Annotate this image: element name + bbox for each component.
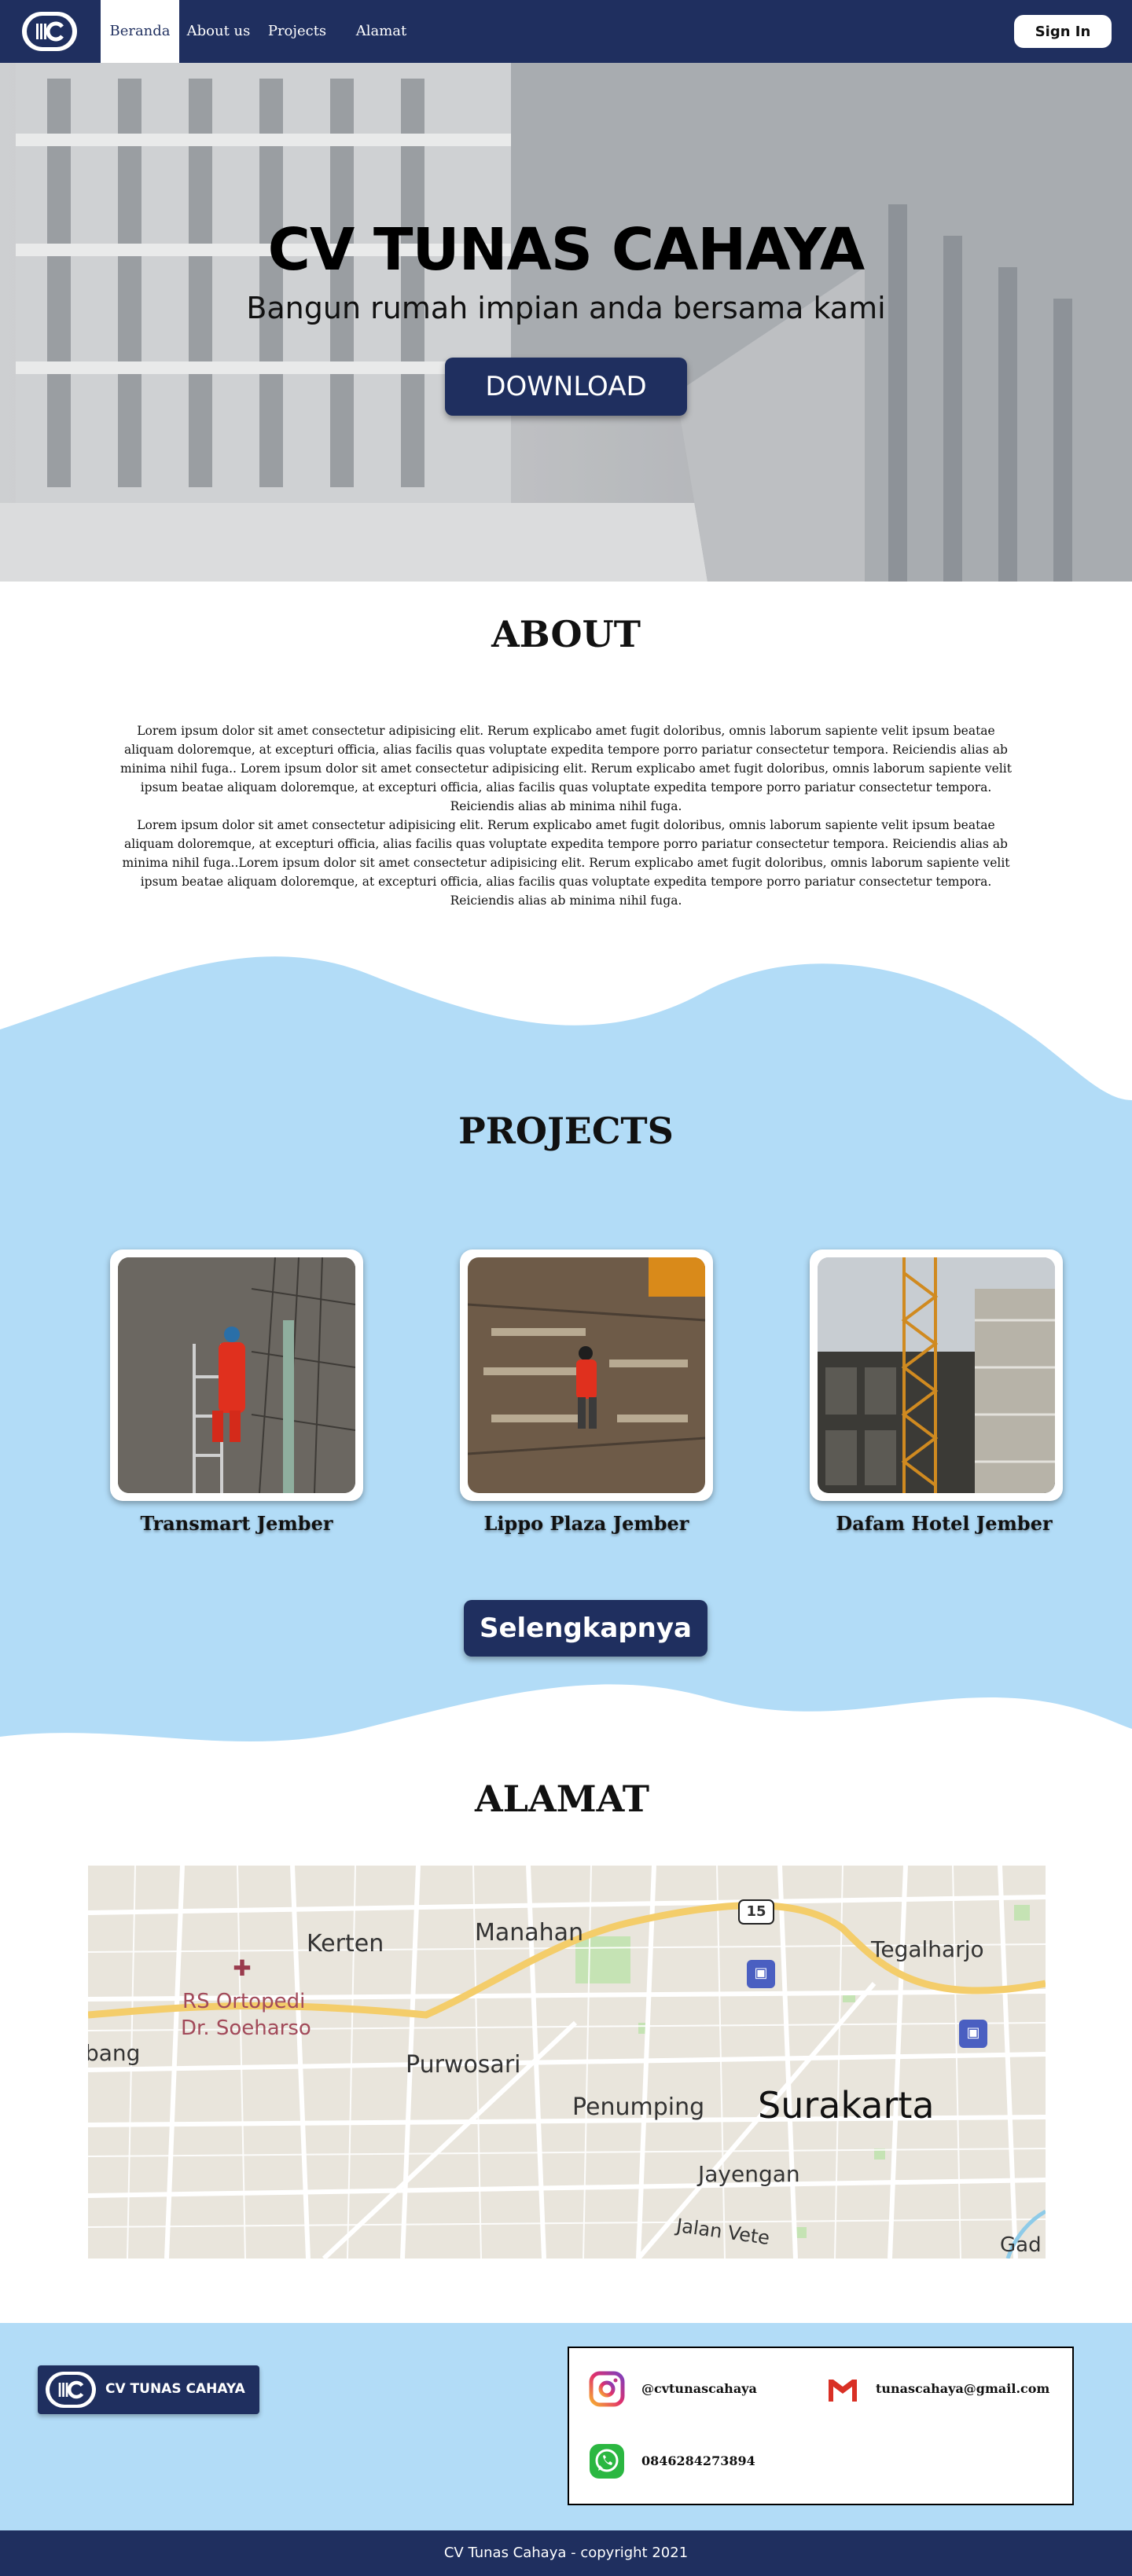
gmail-icon[interactable] [825,2376,860,2406]
selengkapnya-button[interactable]: Selengkapnya [464,1600,708,1657]
download-button[interactable]: DOWNLOAD [445,358,687,416]
project-card-lippo[interactable] [460,1249,713,1501]
alamat-title: ALAMAT [474,1778,650,1820]
sign-in-button[interactable]: Sign In [1014,15,1112,48]
map-label-gad: Gad [1000,2233,1042,2257]
about-title: ABOUT [491,613,641,655]
about-text: Lorem ipsum dolor sit amet consectetur a… [118,721,1014,910]
map-label-kerten: Kerten [307,1930,384,1958]
map-label-manahan: Manahan [475,1919,584,1947]
train-station-icon: ▣ [966,2024,980,2041]
instagram-handle[interactable]: @cvtunascahaya [641,2381,757,2396]
about-paragraph-2: Lorem ipsum dolor sit amet consectetur a… [122,818,1010,908]
nav-alamat[interactable]: Alamat [351,0,412,63]
map-label-bang: bang [88,2040,141,2066]
footer-brand-name: CV TUNAS CAHAYA [105,2381,245,2397]
project-name-lippo: Lippo Plaza Jember [483,1512,689,1535]
project-photo-lippo [468,1257,705,1493]
project-photo-dafam [818,1257,1055,1493]
copyright-bar: CV Tunas Cahaya - copyright 2021 [0,2530,1132,2576]
hero-section: CV TUNAS CAHAYA Bangun rumah impian anda… [0,63,1132,582]
hero-title: CV TUNAS CAHAYA [267,216,866,284]
email-address[interactable]: tunascahaya@gmail.com [876,2381,1049,2396]
map-label-rs-2: Dr. Soeharso [181,2016,311,2040]
project-name-transmart: Transmart Jember [140,1512,333,1535]
project-card-transmart[interactable] [110,1249,363,1501]
map-label-surakarta: Surakarta [758,2084,935,2126]
svg-text:✚: ✚ [233,1955,251,1981]
contact-box: @cvtunascahaya tunascahaya@gmail.com 084… [568,2347,1074,2505]
nav-about-us[interactable]: About us [186,0,252,63]
whatsapp-icon[interactable] [588,2442,626,2483]
map-label-tegalharjo: Tegalharjo [871,1936,984,1962]
map-label-penumping: Penumping [572,2093,705,2121]
project-card-dafam[interactable] [810,1249,1063,1501]
map-label-jayengan: Jayengan [698,2161,800,2187]
tc-logo-icon [46,2372,96,2408]
nav-beranda[interactable]: Beranda [101,0,179,63]
tc-logo-icon[interactable] [22,12,77,51]
nav-projects[interactable]: Projects [266,0,329,63]
phone-number[interactable]: 0846284273894 [641,2453,755,2468]
hero-subtitle: Bangun rumah impian anda bersama kami [246,291,886,325]
project-name-dafam: Dafam Hotel Jember [836,1512,1053,1535]
top-navbar: Beranda About us Projects Alamat Sign In [0,0,1132,63]
about-paragraph-1: Lorem ipsum dolor sit amet consectetur a… [120,724,1012,813]
projects-title: PROJECTS [458,1110,674,1152]
project-photo-transmart [118,1257,355,1493]
map-label-rs: RS Ortopedi [182,1990,306,2013]
train-station-icon: ▣ [754,1965,768,1981]
instagram-icon[interactable] [588,2370,626,2411]
map-route-shield: 15 [746,1903,766,1920]
location-map[interactable]: ✚ Kerten Manahan Tegalharjo RS Ortopedi … [88,1866,1046,2259]
map-label-purwosari: Purwosari [406,2051,521,2079]
footer-brand[interactable]: CV TUNAS CAHAYA [38,2365,259,2414]
